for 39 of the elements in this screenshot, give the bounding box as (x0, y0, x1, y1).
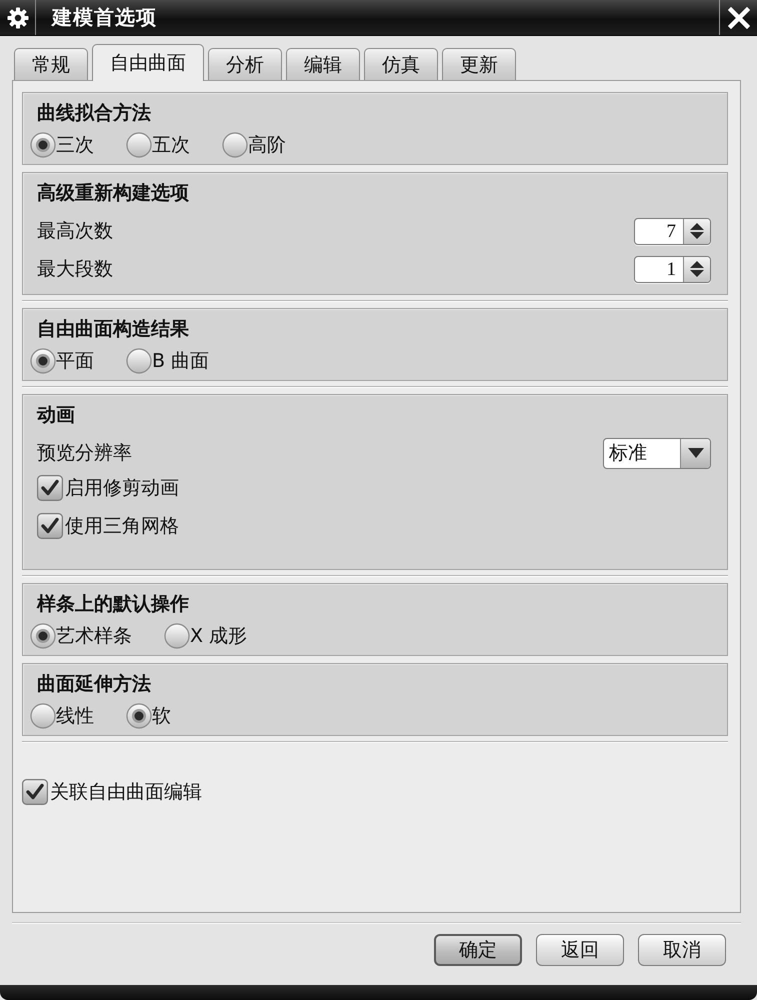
checkbox-option[interactable]: 启用修剪动画 (37, 475, 179, 501)
dropdown-arrow-icon (686, 447, 704, 459)
field-label: 最大段数 (37, 257, 113, 282)
section-title: 曲线拟合方法 (37, 101, 151, 126)
field-label: 预览分辨率 (37, 441, 132, 466)
dialog-button[interactable]: 返回 (536, 934, 624, 966)
radio-option[interactable]: 平面 (30, 348, 94, 374)
spin-arrows-icon (688, 260, 706, 278)
section-title: 高级重新构建选项 (37, 181, 189, 206)
radio-option[interactable]: 五次 (126, 132, 190, 158)
dropdown-field[interactable]: 标准 (603, 438, 711, 468)
tab[interactable]: 仿真 (364, 48, 438, 80)
tab[interactable]: 编辑 (286, 48, 360, 80)
window-title: 建模首选项 (52, 4, 157, 31)
close-icon (728, 6, 750, 28)
dialog-button[interactable]: 取消 (638, 934, 726, 966)
section-title: 样条上的默认操作 (37, 592, 189, 617)
radio-option[interactable]: 线性 (30, 703, 94, 729)
radio-option[interactable]: 高阶 (222, 132, 286, 158)
spin-arrows-icon (688, 222, 706, 240)
radio-option[interactable]: 三次 (30, 132, 94, 158)
checkbox-option[interactable]: 关联自由曲面编辑 (22, 779, 202, 805)
radio-option[interactable]: 软 (126, 703, 171, 729)
tab[interactable]: 分析 (208, 48, 282, 80)
section-title: 自由曲面构造结果 (37, 317, 189, 342)
number-spinner[interactable]: 1 (634, 256, 711, 282)
radio-option[interactable]: B 曲面 (126, 348, 210, 374)
section-title: 动画 (37, 403, 75, 428)
field-label: 最高次数 (37, 219, 113, 244)
number-spinner[interactable]: 7 (634, 218, 711, 244)
gear-icon (6, 6, 28, 28)
radio-option[interactable]: 艺术样条 (30, 623, 132, 649)
dialog-button[interactable]: 确定 (434, 934, 522, 966)
tab[interactable]: 自由曲面 (92, 44, 204, 81)
radio-option[interactable]: X 成形 (164, 623, 248, 649)
section-title: 曲面延伸方法 (37, 672, 151, 697)
tab[interactable]: 常规 (14, 48, 88, 80)
tab[interactable]: 更新 (442, 48, 516, 80)
checkbox-option[interactable]: 使用三角网格 (37, 513, 179, 539)
